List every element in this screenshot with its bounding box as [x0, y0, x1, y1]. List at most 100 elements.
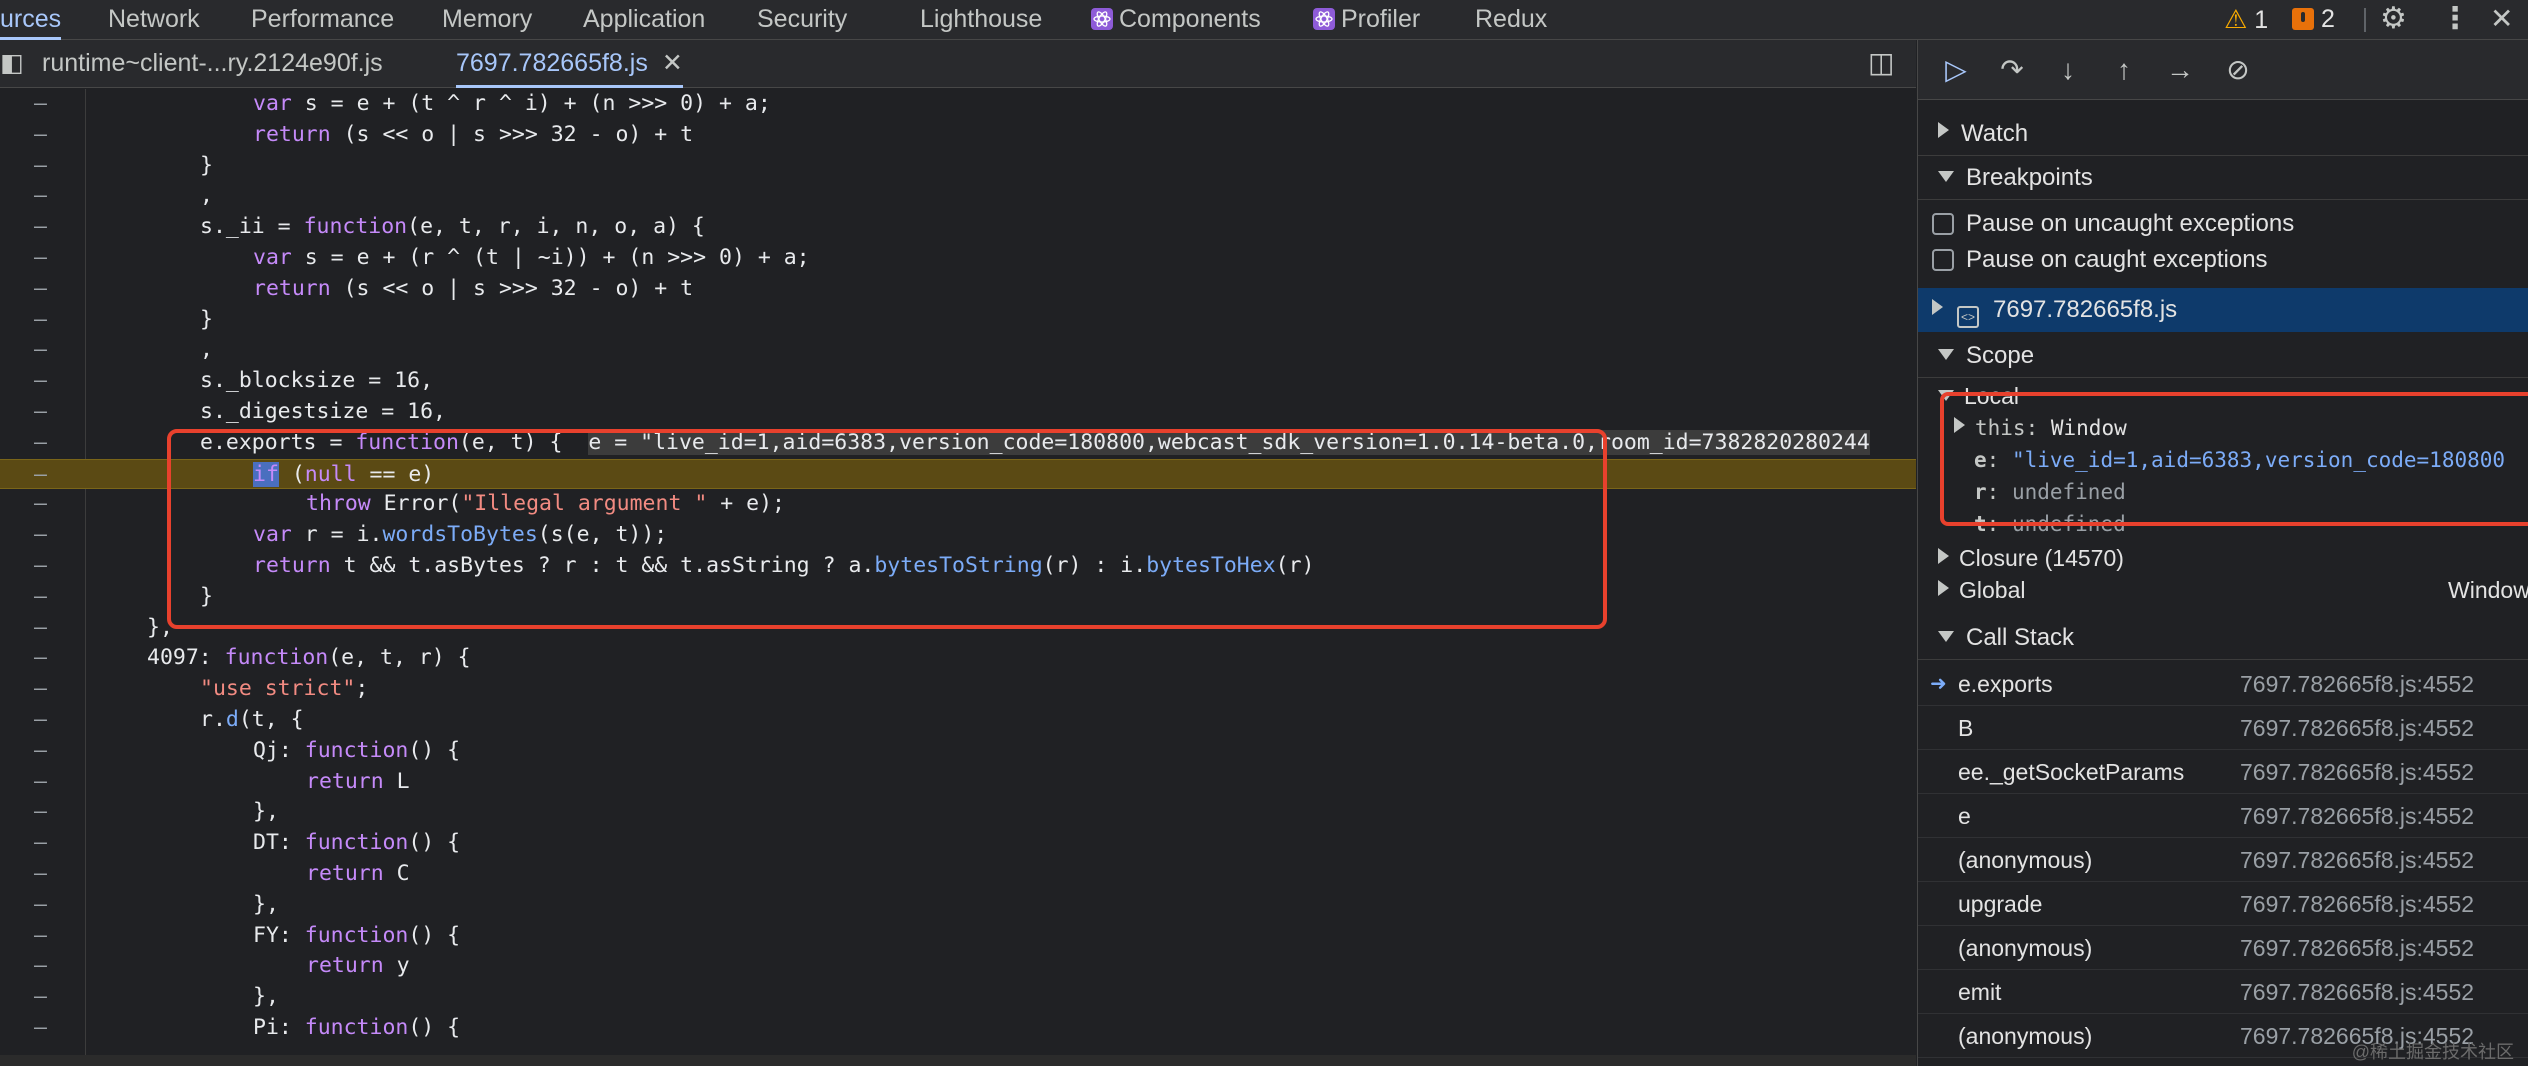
- step-icon[interactable]: →: [2160, 50, 2200, 90]
- callstack-frame[interactable]: (anonymous) 7697.782665f8.js:4552: [1918, 926, 2528, 970]
- gutter-marker[interactable]: –: [34, 181, 54, 212]
- scope-var-r[interactable]: r: undefined: [1918, 476, 2528, 508]
- gutter-marker[interactable]: –: [34, 674, 54, 705]
- sidebar-toggle-icon[interactable]: ◫: [1868, 40, 1894, 88]
- code-line[interactable]: – throw Error("Illegal argument " + e);: [0, 489, 1916, 520]
- callstack-frame[interactable]: (anonymous) 7697.782665f8.js:4552: [1918, 838, 2528, 882]
- step-over-icon[interactable]: ↷: [1992, 50, 2032, 90]
- gutter-marker[interactable]: –: [34, 613, 54, 644]
- step-into-icon[interactable]: ↓: [2048, 50, 2088, 90]
- code-line[interactable]: – return (s << o | s >>> 32 - o) + t: [0, 120, 1916, 151]
- code-line[interactable]: –,: [0, 181, 1916, 212]
- gutter-marker[interactable]: –: [34, 89, 54, 120]
- callstack-frame[interactable]: B 7697.782665f8.js:4552: [1918, 706, 2528, 750]
- file-tab-active[interactable]: 7697.782665f8.js ✕: [456, 40, 683, 88]
- callstack-section-header[interactable]: Call Stack: [1918, 616, 2528, 660]
- callstack-frame[interactable]: emit 7697.782665f8.js:4552: [1918, 970, 2528, 1014]
- gutter-marker[interactable]: –: [34, 151, 54, 182]
- gutter-marker[interactable]: –: [34, 397, 54, 428]
- code-line[interactable]: – return C: [0, 859, 1916, 890]
- file-tab-runtime[interactable]: runtime~client-...ry.2124e90f.js: [42, 40, 383, 88]
- gutter-marker[interactable]: –: [34, 305, 54, 336]
- callstack-location[interactable]: 7697.782665f8.js:4552: [2240, 838, 2474, 882]
- callstack-location[interactable]: 7697.782665f8.js:4552: [2240, 926, 2474, 970]
- code-line[interactable]: – 4097: function(e, t, r) {: [0, 643, 1916, 674]
- gutter-marker[interactable]: –: [34, 828, 54, 859]
- callstack-location[interactable]: 7697.782665f8.js:4552: [2240, 794, 2474, 838]
- code-line[interactable]: – e.exports = function(e, t) { e = "live_…: [0, 428, 1916, 459]
- code-line[interactable]: – return L: [0, 767, 1916, 798]
- callstack-location[interactable]: 7697.782665f8.js:4552: [2240, 706, 2474, 750]
- code-line[interactable]: – s._digestsize = 16,: [0, 397, 1916, 428]
- gutter-marker[interactable]: –: [34, 736, 54, 767]
- pause-caught-checkbox[interactable]: [1932, 249, 1954, 271]
- code-line-paused[interactable]: – if (null == e): [0, 458, 1916, 491]
- callstack-frame[interactable]: ➜ e.exports 7697.782665f8.js:4552: [1918, 662, 2528, 706]
- gutter-marker[interactable]: –: [34, 243, 54, 274]
- gutter-marker[interactable]: –: [34, 551, 54, 582]
- code-line[interactable]: – r.d(t, {: [0, 705, 1916, 736]
- gutter-marker[interactable]: –: [34, 890, 54, 921]
- tab-components[interactable]: Components: [1091, 0, 1261, 40]
- code-editor[interactable]: – var s = e + (t ^ r ^ i) + (n >>> 0) + a…: [0, 89, 1916, 1055]
- callstack-location[interactable]: 7697.782665f8.js:4552: [2240, 882, 2474, 926]
- watch-section-header[interactable]: Watch: [1918, 112, 2528, 156]
- tab-profiler[interactable]: Profiler: [1313, 0, 1420, 40]
- breakpoint-file-row[interactable]: <> 7697.782665f8.js: [1918, 288, 2528, 332]
- code-line[interactable]: –}: [0, 305, 1916, 336]
- code-line[interactable]: – s._blocksize = 16,: [0, 366, 1916, 397]
- code-line[interactable]: – var r = i.wordsToBytes(s(e, t));: [0, 520, 1916, 551]
- breakpoints-section-header[interactable]: Breakpoints: [1918, 156, 2528, 200]
- code-line[interactable]: – DT: function() {: [0, 828, 1916, 859]
- callstack-frame[interactable]: e 7697.782665f8.js:4552: [1918, 794, 2528, 838]
- scope-section-header[interactable]: Scope: [1918, 334, 2528, 378]
- code-line[interactable]: –},: [0, 797, 1916, 828]
- code-line[interactable]: – return (s << o | s >>> 32 - o) + t: [0, 274, 1916, 305]
- gutter-marker[interactable]: –: [34, 982, 54, 1013]
- local-scope-row[interactable]: Local: [1918, 380, 2528, 412]
- callstack-location[interactable]: 7697.782665f8.js:4552: [2240, 750, 2474, 794]
- pause-uncaught-option[interactable]: Pause on uncaught exceptions: [1918, 206, 2528, 242]
- code-line[interactable]: –},: [0, 613, 1916, 644]
- callstack-location[interactable]: 7697.782665f8.js:4552: [2240, 970, 2474, 1014]
- gutter-marker[interactable]: –: [34, 120, 54, 151]
- gutter-marker[interactable]: –: [34, 274, 54, 305]
- code-line[interactable]: – var s = e + (r ^ (t | ~i)) + (n >>> 0) …: [0, 243, 1916, 274]
- code-line[interactable]: – FY: function() {: [0, 921, 1916, 952]
- gutter-marker[interactable]: –: [34, 366, 54, 397]
- tab-network[interactable]: Network: [108, 0, 200, 40]
- close-tab-icon[interactable]: ✕: [662, 49, 683, 77]
- gutter-marker[interactable]: –: [34, 582, 54, 613]
- code-line[interactable]: – return t && t.asBytes ? r : t && t.asSt…: [0, 551, 1916, 582]
- gutter-marker[interactable]: –: [34, 859, 54, 890]
- gutter-marker[interactable]: –: [34, 705, 54, 736]
- tab-sources[interactable]: urces: [0, 0, 62, 40]
- gutter-marker[interactable]: –: [34, 1013, 54, 1044]
- gutter-marker[interactable]: –: [34, 520, 54, 551]
- gutter-marker[interactable]: –: [34, 460, 54, 491]
- tab-lighthouse[interactable]: Lighthouse: [920, 0, 1042, 40]
- pause-uncaught-checkbox[interactable]: [1932, 213, 1954, 235]
- gutter-marker[interactable]: –: [34, 335, 54, 366]
- code-line[interactable]: –},: [0, 982, 1916, 1013]
- gutter-marker[interactable]: –: [34, 643, 54, 674]
- gutter-marker[interactable]: –: [34, 951, 54, 982]
- gutter-marker[interactable]: –: [34, 921, 54, 952]
- gutter-marker[interactable]: –: [34, 489, 54, 520]
- resume-icon[interactable]: ▷: [1936, 50, 1976, 90]
- code-line[interactable]: – "use strict";: [0, 674, 1916, 705]
- gutter-marker[interactable]: –: [34, 212, 54, 243]
- gutter-marker[interactable]: –: [34, 797, 54, 828]
- code-line[interactable]: – var s = e + (t ^ r ^ i) + (n >>> 0) + a…: [0, 89, 1916, 120]
- tab-security[interactable]: Security: [757, 0, 847, 40]
- code-line[interactable]: –}: [0, 582, 1916, 613]
- step-out-icon[interactable]: ↑: [2104, 50, 2144, 90]
- tab-redux[interactable]: Redux: [1475, 0, 1547, 40]
- close-devtools-icon[interactable]: ✕: [2490, 0, 2513, 40]
- code-line[interactable]: – return y: [0, 951, 1916, 982]
- global-scope-row[interactable]: Global Window: [1918, 574, 2528, 606]
- tab-memory[interactable]: Memory: [442, 0, 532, 40]
- scope-var-e[interactable]: e: "live_id=1,aid=6383,version_code=1808…: [1918, 444, 2528, 476]
- gear-icon[interactable]: ⚙: [2380, 0, 2407, 40]
- code-line[interactable]: – Pi: function() {: [0, 1013, 1916, 1044]
